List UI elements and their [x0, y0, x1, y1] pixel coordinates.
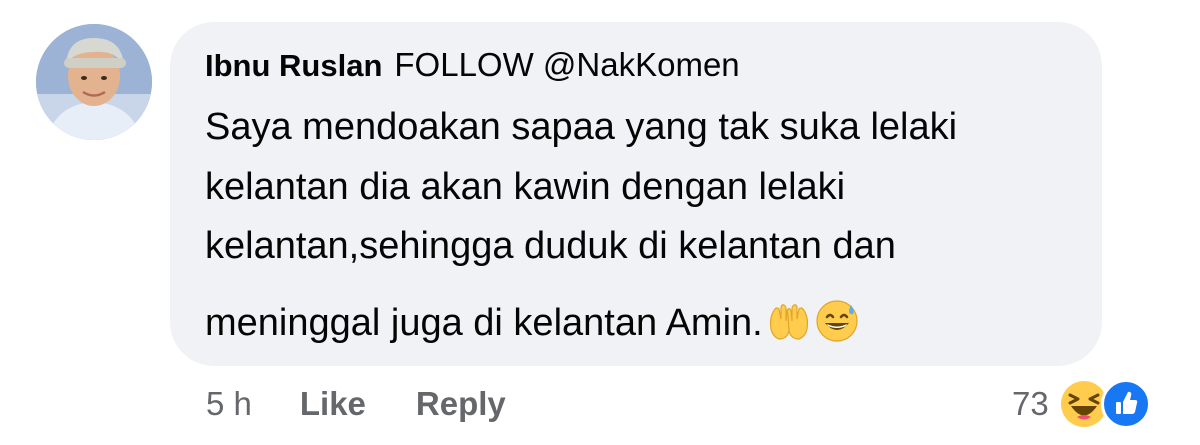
raising-hands-icon [767, 299, 811, 343]
like-reaction-icon [1100, 379, 1151, 429]
comment-text-line: Saya mendoakan sapaa yang tak suka lelak… [205, 106, 958, 148]
comment-timestamp[interactable]: 5 h [206, 385, 252, 423]
comment-text-line: kelantan,sehingga duduk di kelantan dan [205, 225, 896, 267]
reaction-count: 73 [1012, 385, 1049, 422]
comment-text-line: meninggal juga di kelantan Amin. [205, 302, 763, 344]
reactions-summary[interactable]: 73 [1012, 376, 1151, 432]
comment-actions: 5 h Like Reply [206, 380, 506, 428]
author-name-suffix: FOLLOW @NakKomen [394, 46, 740, 83]
comment-header: Ibnu Ruslan FOLLOW @NakKomen [205, 46, 740, 94]
comment-bubble: Ibnu Ruslan FOLLOW @NakKomen Saya mendoa… [170, 22, 1102, 366]
author-name[interactable]: Ibnu Ruslan [205, 48, 382, 84]
avatar-image [36, 24, 152, 140]
like-button[interactable]: Like [300, 385, 366, 423]
reply-button[interactable]: Reply [416, 385, 506, 423]
grinning-sweat-icon [815, 299, 859, 343]
comment-container: Ibnu Ruslan FOLLOW @NakKomen Saya mendoa… [0, 0, 1200, 445]
comment-text-last-line: meninggal juga di kelantan Amin. [205, 299, 859, 345]
comment-text-line: kelantan dia akan kawin dengan lelaki [205, 166, 846, 208]
avatar[interactable] [36, 24, 152, 140]
